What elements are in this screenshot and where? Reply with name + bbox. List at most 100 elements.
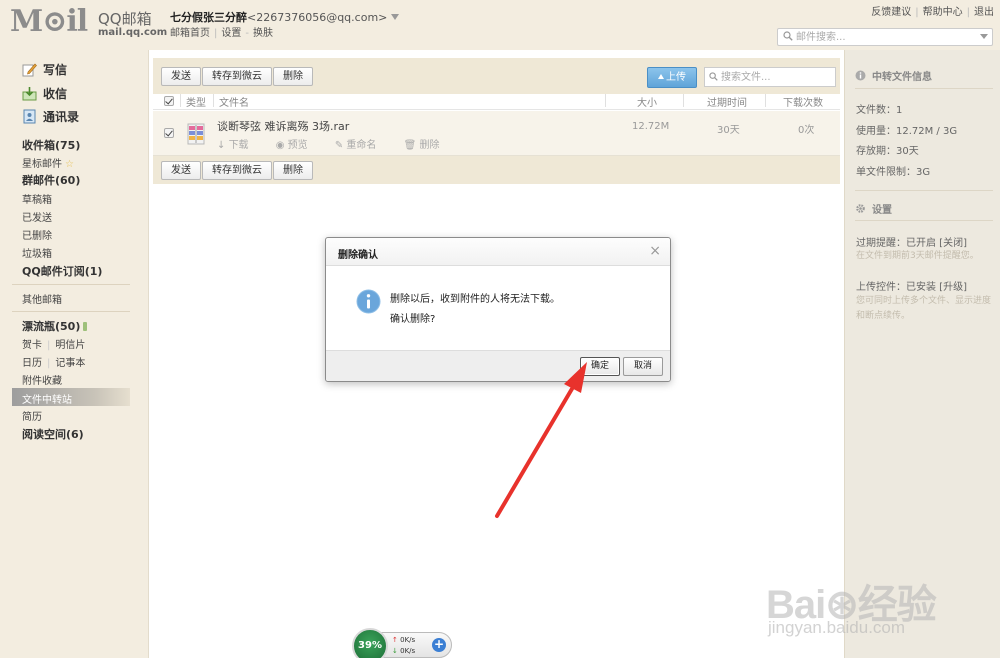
file-search-box[interactable] [704, 67, 836, 87]
save-to-cloud-button-bottom[interactable]: 转存到微云 [202, 161, 272, 180]
reading-space[interactable]: 阅读空间(6) [22, 426, 84, 442]
file-expire: 30天 [717, 125, 740, 136]
contacts-label: 通讯录 [43, 110, 80, 124]
col-downloads[interactable]: 下载次数 [783, 94, 823, 109]
send-button[interactable]: 发送 [161, 67, 201, 86]
compose-button[interactable]: 写信 [22, 61, 67, 78]
file-transfer-label: 文件中转站 [22, 395, 72, 406]
notepad-link[interactable]: 记事本 [55, 358, 85, 369]
folder-inbox[interactable]: 收件箱(75) [22, 137, 80, 153]
folder-starred[interactable]: 星标邮件 ☆ [22, 155, 74, 170]
sidebar-divider [12, 284, 130, 285]
folder-group-mail[interactable]: 群邮件(60) [22, 172, 80, 188]
calendar-link[interactable]: 日历 [22, 358, 42, 369]
expire-reminder[interactable]: 过期提醒：已开启 [关闭] [856, 234, 967, 249]
send-button-bottom[interactable]: 发送 [161, 161, 201, 180]
folder-subscriptions[interactable]: QQ邮件订阅(1) [22, 263, 102, 279]
folder-deleted[interactable]: 已删除 [22, 227, 52, 242]
panel-divider [855, 88, 993, 89]
pencil-icon [22, 63, 37, 77]
folder-trash[interactable]: 垃圾箱 [22, 245, 52, 260]
qq-mail-logo[interactable]: M⊙il [10, 4, 88, 39]
panel-divider [855, 190, 993, 191]
logo-url: mail.qq.com [98, 27, 168, 38]
resume-link[interactable]: 简历 [22, 408, 42, 423]
compose-label: 写信 [43, 63, 68, 77]
help-link[interactable]: 帮助中心 [923, 7, 963, 18]
mail-search-box[interactable] [777, 28, 993, 46]
row-checkbox[interactable] [164, 128, 174, 138]
save-to-cloud-button[interactable]: 转存到微云 [202, 67, 272, 86]
card-links: 贺卡 | 明信片 [22, 340, 86, 351]
attachment-collection[interactable]: 附件收藏 [22, 372, 62, 387]
file-downloads: 0次 [798, 125, 815, 136]
col-filename[interactable]: 文件名 [219, 94, 249, 109]
col-type[interactable]: 类型 [186, 94, 206, 109]
table-header: 类型 文件名 大小 过期时间 下载次数 [153, 92, 840, 110]
select-all-checkbox[interactable] [164, 96, 174, 106]
contacts-button[interactable]: 通讯录 [22, 108, 79, 125]
header: M⊙il QQ邮箱 mail.qq.com 七分假张三分醉<2267376056… [0, 0, 1000, 50]
file-size: 12.72M [632, 121, 670, 132]
other-mailbox[interactable]: 其他邮箱 [22, 291, 62, 306]
folder-sent[interactable]: 已发送 [22, 209, 52, 224]
mail-search-input[interactable] [796, 30, 976, 44]
info-icon [855, 70, 866, 81]
dialog-title: 删除确认 [338, 250, 378, 261]
postcard-link[interactable]: 明信片 [55, 340, 85, 351]
inbox-fetch-label: 收信 [43, 87, 68, 101]
bottle-icon [83, 322, 88, 331]
storage-usage: 使用量：12.72M / 3G [856, 126, 958, 137]
skin-link[interactable]: 换肤 [253, 28, 273, 39]
single-file-limit: 单文件限制：3G [856, 167, 931, 178]
mail-home-link[interactable]: 邮箱首页 [170, 28, 210, 39]
greeting-card-link[interactable]: 贺卡 [22, 340, 42, 351]
dialog-message: 删除以后，收到附件的人将无法下载。 [390, 294, 560, 305]
table-row[interactable]: 谈断琴弦 难诉离殇 3场.rar ↓ 下载 ◉ 预览 ✎ 重命名 🗑 删除 12… [153, 111, 840, 156]
rename-action[interactable]: ✎ 重命名 [335, 140, 389, 151]
settings-link[interactable]: 设置 [221, 28, 241, 39]
logout-link[interactable]: 退出 [974, 7, 994, 18]
folder-drafts[interactable]: 草稿箱 [22, 191, 52, 206]
address-book-icon [23, 109, 36, 124]
delete-button-bottom[interactable]: 删除 [273, 161, 313, 180]
drift-bottle[interactable]: 漂流瓶(50) [22, 318, 88, 334]
rar-archive-icon [187, 123, 205, 145]
network-speed-widget[interactable]: 39% ↑ 0K/s ↓ 0K/s + [352, 628, 453, 658]
upload-arrow-icon [658, 74, 664, 79]
upload-speed: ↑ 0K/s [392, 636, 416, 644]
preview-action[interactable]: ◉ 预览 [276, 140, 320, 151]
download-speed: ↓ 0K/s [392, 647, 416, 655]
delete-action[interactable]: 🗑 删除 [404, 140, 452, 151]
plus-icon[interactable]: + [432, 638, 446, 652]
col-size[interactable]: 大小 [637, 94, 657, 109]
dialog-header: 删除确认 × [326, 238, 670, 266]
top-right-links: 反馈建议 | 帮助中心 | 退出 [871, 7, 994, 18]
upload-button[interactable]: 上传 [647, 67, 697, 88]
user-email: <2267376056@qq.com> [247, 11, 388, 24]
upload-plugin-hint: 您可同时上传多个文件、显示进度和断点续传。 [856, 296, 992, 321]
inbox-fetch-button[interactable]: 收信 [22, 85, 67, 102]
col-expire[interactable]: 过期时间 [707, 94, 747, 109]
file-search-input[interactable] [721, 70, 831, 84]
cancel-button[interactable]: 取消 [623, 357, 663, 376]
file-name[interactable]: 谈断琴弦 难诉离殇 3场.rar [217, 118, 349, 134]
download-action[interactable]: ↓ 下载 [217, 140, 261, 151]
delete-button[interactable]: 删除 [273, 67, 313, 86]
sidebar-item-file-transfer[interactable]: 文件中转站 [12, 388, 130, 406]
feedback-link[interactable]: 反馈建议 [871, 7, 911, 18]
dialog-question: 确认删除? [390, 314, 436, 325]
settings-header: 设置 [855, 201, 892, 216]
memory-percent[interactable]: 39% [352, 628, 388, 658]
close-icon[interactable]: × [649, 244, 661, 258]
upload-plugin-status[interactable]: 上传控件：已安装 [升级] [856, 278, 967, 293]
red-pointer-arrow [495, 362, 587, 518]
search-icon [709, 72, 718, 81]
search-dropdown-icon[interactable] [980, 34, 988, 39]
gear-icon [856, 204, 865, 213]
transfer-info-header: 中转文件信息 [855, 68, 932, 83]
info-icon [356, 289, 381, 314]
header-sub-links: 邮箱首页 | 设置 - 换肤 [170, 28, 273, 39]
chevron-down-icon[interactable] [391, 14, 400, 21]
drift-bottle-label: 漂流瓶(50) [22, 320, 81, 333]
